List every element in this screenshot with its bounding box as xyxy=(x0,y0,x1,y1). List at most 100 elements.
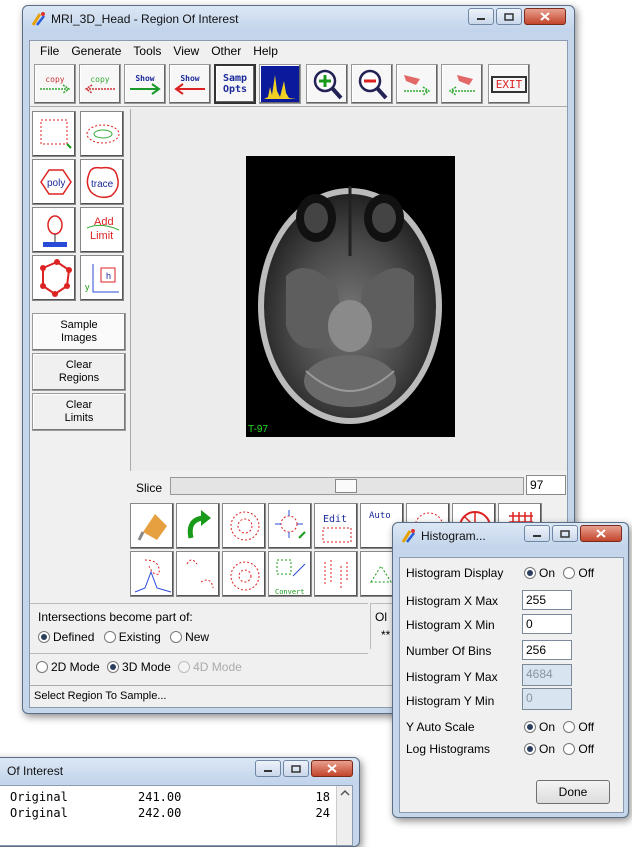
2d-mode-radio[interactable] xyxy=(36,661,48,673)
show-left-button[interactable]: Show xyxy=(169,64,211,104)
erode-tool[interactable] xyxy=(222,551,266,597)
show-right-button[interactable]: Show xyxy=(124,64,166,104)
y-auto-off-label: Off xyxy=(578,720,595,734)
copy-right-button[interactable]: copy xyxy=(34,64,76,104)
slider-thumb[interactable] xyxy=(335,479,357,493)
x-max-field[interactable]: 255 xyxy=(522,590,572,610)
scroll-up-icon[interactable] xyxy=(337,786,353,800)
clear-limits-button[interactable]: Clear Limits xyxy=(32,393,126,431)
fill-tool[interactable] xyxy=(130,503,174,549)
slice-overlay-label: T-97 xyxy=(248,424,269,435)
edit-tool[interactable]: Edit xyxy=(314,503,358,549)
bins-field[interactable]: 256 xyxy=(522,640,572,660)
minimize-button[interactable] xyxy=(524,525,550,542)
menu-view[interactable]: View xyxy=(167,44,205,58)
forward-region-button[interactable] xyxy=(396,64,438,104)
ellipse-tool[interactable] xyxy=(80,111,124,157)
copy-label: copy xyxy=(45,74,65,84)
existing-radio[interactable] xyxy=(103,631,116,643)
exit-button[interactable]: EXIT xyxy=(488,64,530,104)
close-button[interactable] xyxy=(311,760,353,777)
histogram-settings-window: Histogram... Histogram Display On Off Hi… xyxy=(392,522,629,818)
convert-label: Convert xyxy=(275,588,305,596)
move-tool[interactable] xyxy=(268,503,312,549)
menu-help[interactable]: Help xyxy=(247,44,284,58)
app-logo-icon xyxy=(31,12,45,26)
mri-slice-image[interactable]: T-97 xyxy=(246,156,455,437)
log-off-radio[interactable] xyxy=(563,743,576,755)
convert-tool[interactable]: Convert xyxy=(268,551,312,597)
3d-mode-radio[interactable] xyxy=(107,661,120,673)
histogram-button[interactable] xyxy=(259,64,301,104)
display-on-radio[interactable] xyxy=(524,567,536,579)
x-max-value: 255 xyxy=(526,593,547,607)
zoom-in-button[interactable] xyxy=(306,64,348,104)
rectangle-tool[interactable] xyxy=(32,111,76,157)
split-tool[interactable] xyxy=(176,551,220,597)
sample-images-button[interactable]: Sample Images xyxy=(32,313,126,351)
y-auto-off-radio[interactable] xyxy=(563,721,576,733)
polygon-tool[interactable]: poly xyxy=(32,159,76,205)
display-off-radio[interactable] xyxy=(563,567,576,579)
done-button[interactable]: Done xyxy=(536,780,610,804)
row-count: 18 xyxy=(315,790,330,804)
slice-control: Slice 97 xyxy=(130,473,567,501)
split-region-icon xyxy=(186,559,214,589)
new-radio[interactable] xyxy=(170,631,183,643)
seed-tool[interactable] xyxy=(32,207,76,253)
menu-generate[interactable]: Generate xyxy=(65,44,127,58)
maximize-button[interactable] xyxy=(552,525,578,542)
dilate-tool[interactable] xyxy=(222,503,266,549)
table-row[interactable]: Original 241.00 18 xyxy=(10,790,330,806)
table-row[interactable]: Original 242.00 24 xyxy=(10,806,330,822)
region-back-icon xyxy=(448,75,475,96)
image-viewport[interactable]: T-97 xyxy=(130,109,567,471)
zoom-out-button[interactable] xyxy=(351,64,393,104)
log-on-radio[interactable] xyxy=(524,743,536,755)
close-button[interactable] xyxy=(524,8,566,25)
histogram-titlebar[interactable]: Histogram... xyxy=(393,523,628,549)
minimize-button[interactable] xyxy=(255,760,281,777)
scrollbar[interactable] xyxy=(336,786,352,845)
scatter-tool[interactable] xyxy=(314,551,358,597)
copy-left-button[interactable]: copy xyxy=(79,64,121,104)
x-min-field[interactable]: 0 xyxy=(522,614,572,634)
menu-tools[interactable]: Tools xyxy=(127,44,167,58)
maximize-button[interactable] xyxy=(283,760,309,777)
add-limit-tool[interactable]: Add Limit xyxy=(80,207,124,253)
paint-fill-icon xyxy=(137,514,167,541)
point-path-tool[interactable] xyxy=(32,255,76,301)
new-label: New xyxy=(185,630,210,644)
graph-tool[interactable]: hy xyxy=(80,255,124,301)
sample-options-button[interactable]: Samp Opts xyxy=(214,64,256,104)
row-count: 24 xyxy=(315,806,330,820)
close-button[interactable] xyxy=(580,525,622,542)
redo-tool[interactable] xyxy=(176,503,220,549)
clear-regions-button[interactable]: Clear Regions xyxy=(32,353,126,391)
maximize-button[interactable] xyxy=(496,8,522,25)
3d-mode-label: 3D Mode xyxy=(122,660,171,674)
slice-value-field[interactable]: 97 xyxy=(526,475,566,495)
y-auto-scale-label: Y Auto Scale xyxy=(406,720,475,734)
trace-tool[interactable]: trace xyxy=(80,159,124,205)
arrow-left-icon xyxy=(84,83,115,94)
menu-file[interactable]: File xyxy=(34,44,65,58)
minimize-icon xyxy=(264,769,272,772)
main-titlebar[interactable]: MRI_3D_Head - Region Of Interest xyxy=(23,6,574,32)
slice-slider[interactable] xyxy=(170,477,524,495)
4d-mode-radio xyxy=(178,661,191,673)
main-window-title: MRI_3D_Head - Region Of Interest xyxy=(51,12,239,26)
app-logo-icon xyxy=(401,529,415,543)
opts-label: Opts xyxy=(222,84,248,95)
seed-point-icon xyxy=(43,215,67,247)
list-window-titlebar[interactable]: Of Interest xyxy=(0,758,359,784)
y-min-value: 0 xyxy=(526,691,533,705)
y-auto-on-radio[interactable] xyxy=(524,721,536,733)
back-region-button[interactable] xyxy=(441,64,483,104)
profile-tool[interactable] xyxy=(130,551,174,597)
minimize-button[interactable] xyxy=(468,8,494,25)
graph-axes-icon: hy xyxy=(85,264,119,293)
defined-radio[interactable] xyxy=(38,631,50,643)
regions-label: Regions xyxy=(58,372,100,384)
menu-other[interactable]: Other xyxy=(205,44,247,58)
